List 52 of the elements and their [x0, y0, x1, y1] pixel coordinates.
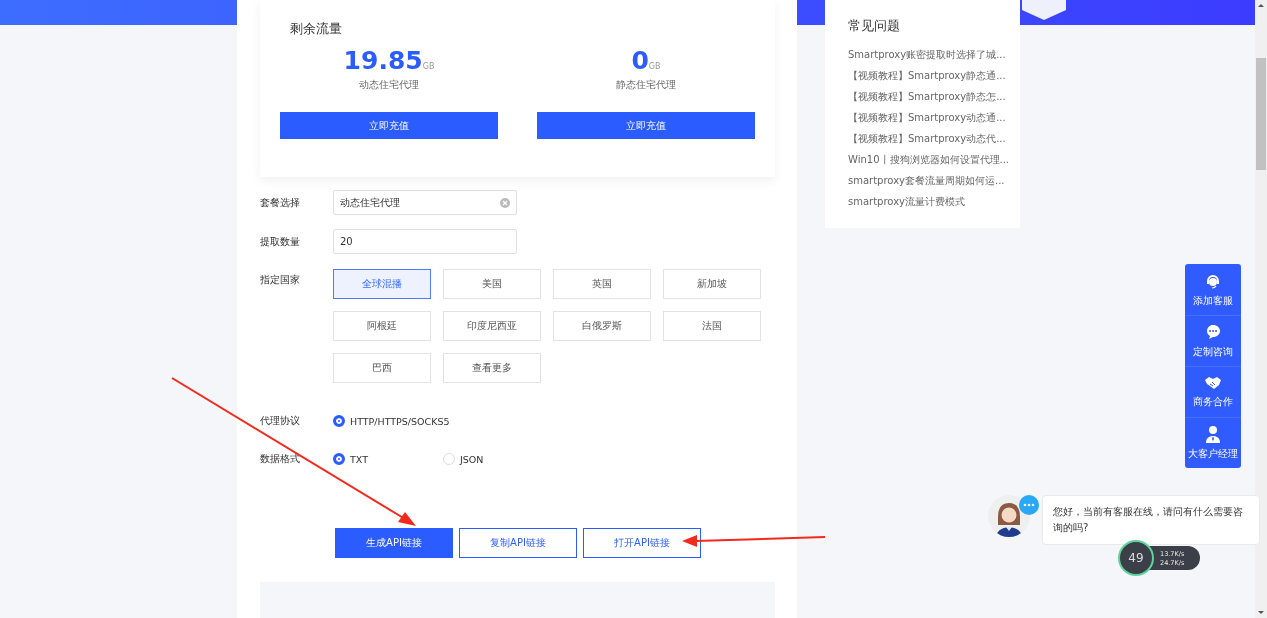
- field-label: 数据格式: [260, 452, 301, 466]
- faq-link[interactable]: smartproxy流量计费模式: [848, 195, 1020, 208]
- chat-bubble-icon: [1019, 495, 1039, 515]
- api-link-button[interactable]: 复制API链接: [459, 528, 577, 558]
- faq-link[interactable]: 【视频教程】Smartproxy静态通...: [848, 69, 1020, 82]
- traffic-amount: 19.85: [343, 46, 423, 76]
- chat-message: 您好，当前有客服在线，请问有什么需要咨询的吗?: [1042, 495, 1260, 545]
- faq-link[interactable]: Smartproxy账密提取时选择了城...: [848, 48, 1020, 61]
- clear-icon[interactable]: [500, 197, 510, 208]
- traffic-amount: 0: [631, 46, 649, 76]
- field-label: 套餐选择: [260, 195, 301, 210]
- api-link-button[interactable]: 生成API链接: [335, 528, 453, 558]
- faq-link[interactable]: 【视频教程】Smartproxy静态怎...: [848, 90, 1020, 103]
- traffic-label: 动态住宅代理: [359, 78, 419, 92]
- country-option[interactable]: 阿根廷: [333, 311, 431, 341]
- radio-option[interactable]: JSON: [443, 453, 553, 465]
- chat-icon: [1204, 323, 1222, 341]
- country-option[interactable]: 巴西: [333, 353, 431, 383]
- person-icon: [1205, 425, 1221, 443]
- country-option[interactable]: 美国: [443, 269, 541, 299]
- faq-link[interactable]: smartproxy套餐流量周期如何运...: [848, 174, 1020, 187]
- traffic-label: 静态住宅代理: [616, 78, 676, 92]
- float-menu-item[interactable]: 商务合作: [1185, 366, 1241, 417]
- faq-link[interactable]: 【视频教程】Smartproxy动态通...: [848, 111, 1020, 124]
- country-option[interactable]: 白俄罗斯: [553, 311, 651, 341]
- country-option[interactable]: 查看更多: [443, 353, 541, 383]
- float-menu-item[interactable]: 添加客服: [1185, 264, 1241, 315]
- field-label: 提取数量: [260, 234, 301, 249]
- float-menu-item[interactable]: 大客户经理: [1185, 417, 1241, 468]
- scrollbar[interactable]: [1255, 0, 1267, 618]
- card-title: 剩余流量: [290, 20, 342, 38]
- field-label: 指定国家: [260, 273, 301, 287]
- field-label: 代理协议: [260, 414, 301, 428]
- package-select[interactable]: 动态住宅代理: [333, 190, 517, 215]
- faq-link[interactable]: 【视频教程】Smartproxy动态代...: [848, 132, 1020, 145]
- unit-label: GB: [648, 62, 661, 71]
- country-option[interactable]: 英国: [553, 269, 651, 299]
- float-menu-item[interactable]: 定制咨询: [1185, 315, 1241, 366]
- recharge-button[interactable]: 立即充值: [537, 112, 755, 139]
- faq-link[interactable]: Win10丨搜狗浏览器如何设置代理...: [848, 153, 1020, 166]
- recharge-button[interactable]: 立即充值: [280, 112, 498, 139]
- handshake-icon: [1204, 375, 1222, 391]
- country-option[interactable]: 印度尼西亚: [443, 311, 541, 341]
- unit-label: GB: [422, 62, 435, 71]
- quantity-field[interactable]: 20: [333, 229, 517, 254]
- faq-title: 常见问题: [848, 18, 901, 35]
- radio-option[interactable]: HTTP/HTTPS/SOCKS5: [333, 415, 450, 427]
- api-link-button[interactable]: 打开API链接: [583, 528, 701, 558]
- radio-option[interactable]: TXT: [333, 453, 443, 465]
- country-option[interactable]: 新加坡: [663, 269, 761, 299]
- country-option[interactable]: 全球混播: [333, 269, 431, 299]
- country-option[interactable]: 法国: [663, 311, 761, 341]
